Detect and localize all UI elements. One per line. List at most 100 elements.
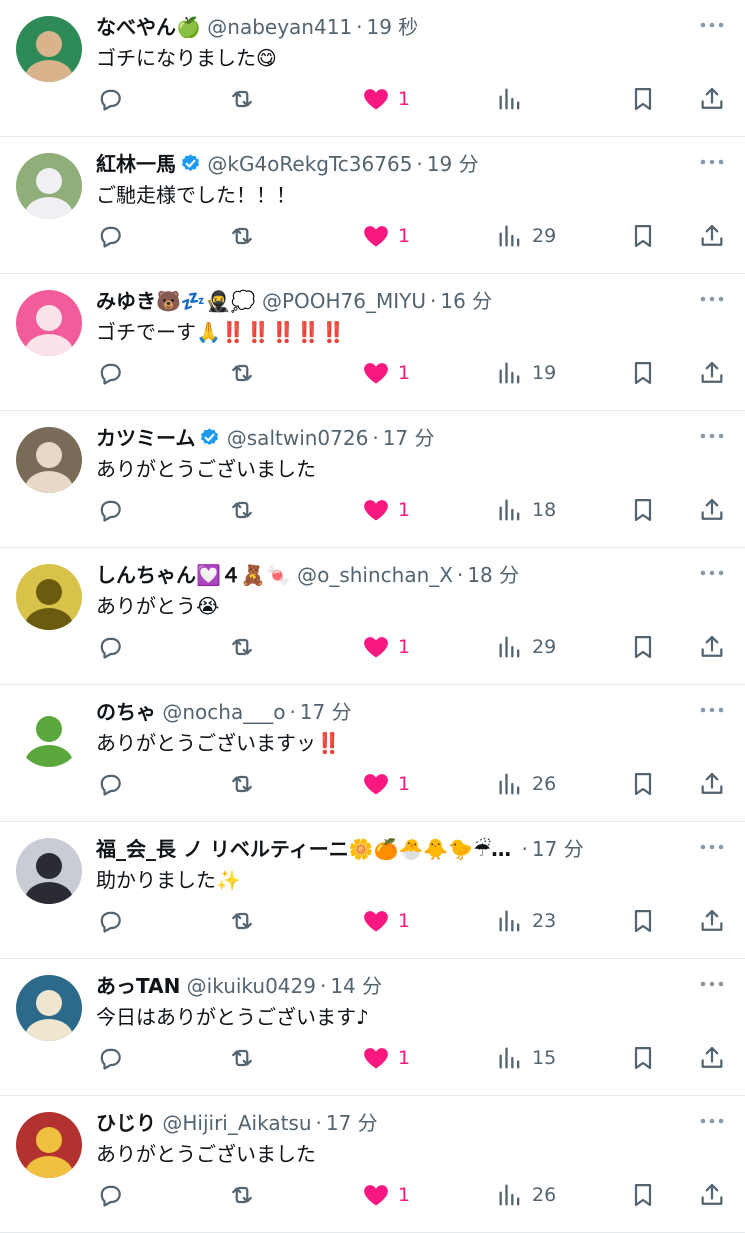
like-button[interactable]: 1 [362, 767, 410, 801]
avatar[interactable] [16, 290, 82, 356]
author-name[interactable]: あっTAN [96, 974, 180, 998]
author-name[interactable]: 福_会_長 ノ リベルティーニ🌼🍊🐣🐥🐤☔… [96, 837, 511, 861]
avatar[interactable] [16, 1112, 82, 1178]
timestamp[interactable]: 19 秒 [367, 15, 419, 39]
reply-button[interactable] [96, 904, 124, 938]
avatar[interactable] [16, 838, 82, 904]
author-name[interactable]: みゆき🐻💤🥷💭 [96, 289, 256, 313]
share-button[interactable] [698, 904, 726, 938]
reply-button[interactable] [96, 767, 124, 801]
more-icon[interactable] [697, 151, 727, 173]
tweet[interactable]: なべやん🍏 @nabeyan411 · 19 秒 ゴチになりました😋 1 [0, 0, 745, 137]
views-button[interactable]: 29 [496, 630, 556, 664]
views-button[interactable]: 26 [496, 767, 556, 801]
author-handle[interactable]: @ikuiku0429 [187, 974, 316, 998]
share-button[interactable] [698, 493, 726, 527]
author-handle[interactable]: @o_shinchan_X [297, 563, 453, 587]
views-button[interactable]: 18 [496, 493, 556, 527]
reply-button[interactable] [96, 219, 124, 253]
views-button[interactable] [496, 82, 532, 116]
retweet-button[interactable] [228, 630, 256, 664]
bookmark-button[interactable] [629, 1178, 657, 1212]
author-handle[interactable]: @saltwin0726 [227, 426, 369, 450]
author-handle[interactable]: @nocha___o [162, 700, 285, 724]
views-button[interactable]: 19 [496, 356, 556, 390]
author-name[interactable]: カツミーム [96, 426, 195, 450]
timestamp[interactable]: 17 分 [532, 837, 584, 861]
avatar[interactable] [16, 564, 82, 630]
views-button[interactable]: 15 [496, 1041, 556, 1075]
timestamp[interactable]: 19 分 [427, 152, 479, 176]
share-button[interactable] [698, 356, 726, 390]
tweet[interactable]: みゆき🐻💤🥷💭 @POOH76_MIYU · 16 分 ゴチでーす🙏‼️‼️‼️‼️… [0, 274, 745, 411]
avatar[interactable] [16, 16, 82, 82]
author-name[interactable]: しんちゃん💟４🧸🍬 [96, 563, 291, 587]
avatar[interactable] [16, 701, 82, 767]
reply-button[interactable] [96, 493, 124, 527]
tweet[interactable]: あっTAN @ikuiku0429 · 14 分 今日はありがとうございます♪ 1 … [0, 959, 745, 1096]
like-button[interactable]: 1 [362, 1178, 410, 1212]
tweet[interactable]: 紅林一馬 @kG4oRekgTc36765 · 19 分 ご馳走様でした！！！ 1 … [0, 137, 745, 274]
share-button[interactable] [698, 219, 726, 253]
retweet-button[interactable] [228, 356, 256, 390]
like-button[interactable]: 1 [362, 219, 410, 253]
more-icon[interactable] [697, 14, 727, 36]
tweet[interactable]: ひじり @Hijiri_Aikatsu · 17 分 ありがとうございました 1 2… [0, 1096, 745, 1233]
bookmark-button[interactable] [629, 630, 657, 664]
share-button[interactable] [698, 1178, 726, 1212]
timestamp[interactable]: 14 分 [330, 974, 382, 998]
timestamp[interactable]: 17 分 [300, 700, 352, 724]
author-handle[interactable]: @nabeyan411 [207, 15, 352, 39]
tweet[interactable]: しんちゃん💟４🧸🍬 @o_shinchan_X · 18 分 ありがとう😭 1 29 [0, 548, 745, 685]
avatar[interactable] [16, 427, 82, 493]
reply-button[interactable] [96, 82, 124, 116]
more-icon[interactable] [697, 699, 727, 721]
retweet-button[interactable] [228, 767, 256, 801]
share-button[interactable] [698, 630, 726, 664]
author-name[interactable]: ひじり [96, 1111, 156, 1135]
bookmark-button[interactable] [629, 219, 657, 253]
tweet[interactable]: カツミーム @saltwin0726 · 17 分 ありがとうございました 1 18 [0, 411, 745, 548]
author-handle[interactable]: @POOH76_MIYU [262, 289, 426, 313]
retweet-button[interactable] [228, 219, 256, 253]
bookmark-button[interactable] [629, 904, 657, 938]
like-button[interactable]: 1 [362, 82, 410, 116]
retweet-button[interactable] [228, 493, 256, 527]
author-handle[interactable]: @Hijiri_Aikatsu [162, 1111, 311, 1135]
views-button[interactable]: 26 [496, 1178, 556, 1212]
author-name[interactable]: のちゃ [96, 700, 156, 724]
like-button[interactable]: 1 [362, 1041, 410, 1075]
like-button[interactable]: 1 [362, 493, 410, 527]
retweet-button[interactable] [228, 904, 256, 938]
reply-button[interactable] [96, 1178, 124, 1212]
like-button[interactable]: 1 [362, 356, 410, 390]
more-icon[interactable] [697, 288, 727, 310]
retweet-button[interactable] [228, 82, 256, 116]
tweet[interactable]: 福_会_長 ノ リベルティーニ🌼🍊🐣🐥🐤☔… · 17 分 助かりました✨ 1 2… [0, 822, 745, 959]
views-button[interactable]: 29 [496, 219, 556, 253]
share-button[interactable] [698, 1041, 726, 1075]
avatar[interactable] [16, 153, 82, 219]
share-button[interactable] [698, 82, 726, 116]
views-button[interactable]: 23 [496, 904, 556, 938]
timestamp[interactable]: 17 分 [326, 1111, 378, 1135]
retweet-button[interactable] [228, 1178, 256, 1212]
bookmark-button[interactable] [629, 493, 657, 527]
retweet-button[interactable] [228, 1041, 256, 1075]
like-button[interactable]: 1 [362, 904, 410, 938]
avatar[interactable] [16, 975, 82, 1041]
bookmark-button[interactable] [629, 767, 657, 801]
reply-button[interactable] [96, 1041, 124, 1075]
bookmark-button[interactable] [629, 356, 657, 390]
author-name[interactable]: 紅林一馬 [96, 152, 176, 176]
author-name[interactable]: なべやん🍏 [96, 15, 201, 39]
bookmark-button[interactable] [629, 1041, 657, 1075]
more-icon[interactable] [697, 973, 727, 995]
reply-button[interactable] [96, 356, 124, 390]
timestamp[interactable]: 16 分 [440, 289, 492, 313]
timestamp[interactable]: 18 分 [467, 563, 519, 587]
like-button[interactable]: 1 [362, 630, 410, 664]
reply-button[interactable] [96, 630, 124, 664]
bookmark-button[interactable] [629, 82, 657, 116]
tweet[interactable]: のちゃ @nocha___o · 17 分 ありがとうございますッ‼️ 1 26 [0, 685, 745, 822]
